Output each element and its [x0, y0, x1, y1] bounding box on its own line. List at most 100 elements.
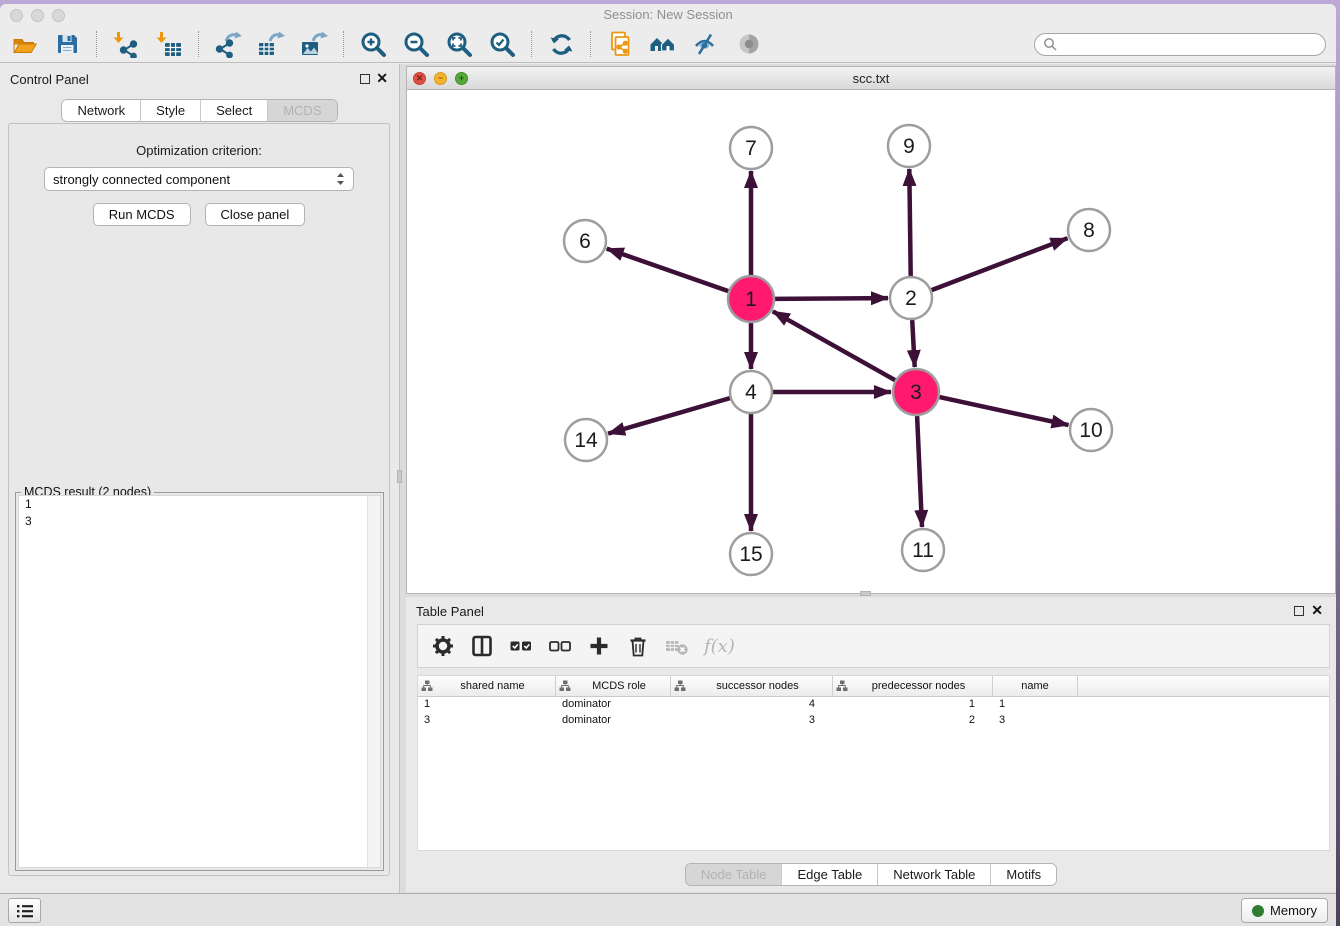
svg-text:8: 8 [1083, 219, 1095, 242]
graph-edge-3-1[interactable] [773, 311, 895, 380]
tab-network[interactable]: Network [62, 100, 140, 121]
result-item[interactable]: 3 [19, 513, 380, 530]
table-tab-node-table[interactable]: Node Table [686, 864, 782, 885]
close-panel-button[interactable]: Close panel [205, 203, 306, 226]
zoom-out-button[interactable] [402, 30, 430, 58]
svg-text:6: 6 [579, 230, 591, 253]
network-close-button[interactable]: ✕ [413, 72, 426, 85]
graph-node-14[interactable]: 14 [565, 419, 607, 461]
graph-edge-2-3[interactable] [912, 320, 915, 367]
column-header-MCDS-role[interactable]: MCDS role [556, 676, 671, 696]
network-zoom-button[interactable]: + [455, 72, 468, 85]
task-history-button[interactable] [8, 898, 41, 923]
optimization-criterion-label: Optimization criterion: [9, 143, 389, 158]
graph-node-9[interactable]: 9 [888, 125, 930, 167]
export-network-button[interactable] [214, 30, 242, 58]
graph-edge-3-10[interactable] [940, 397, 1069, 425]
list-icon [15, 902, 35, 920]
graph-node-10[interactable]: 10 [1070, 409, 1112, 451]
graph-node-15[interactable]: 15 [730, 533, 772, 575]
horizontal-splitter-handle[interactable] [860, 591, 871, 596]
minimize-window-button[interactable] [31, 9, 44, 22]
graph-node-8[interactable]: 8 [1068, 209, 1110, 251]
zoom-window-button[interactable] [52, 9, 65, 22]
close-window-button[interactable] [10, 9, 23, 22]
graph-edge-1-6[interactable] [607, 249, 729, 292]
apply-function-button[interactable]: f(x) [704, 634, 735, 658]
network-minimize-button[interactable]: − [434, 72, 447, 85]
column-header-name[interactable]: name [993, 676, 1078, 696]
graph-edge-1-2[interactable] [775, 298, 888, 299]
table-row[interactable]: 3dominator323 [418, 713, 1329, 729]
table-cell[interactable]: 2 [833, 713, 993, 729]
table-cell[interactable]: 1 [833, 697, 993, 713]
result-scrollbar[interactable] [367, 496, 380, 867]
table-cell[interactable]: dominator [556, 697, 671, 713]
import-table-button[interactable] [155, 30, 183, 58]
column-header-shared-name[interactable]: shared name [418, 676, 556, 696]
tab-style[interactable]: Style [140, 100, 200, 121]
select-all-rows-button[interactable] [509, 634, 533, 658]
network-window-titlebar[interactable]: ✕ − + scc.txt [407, 67, 1335, 90]
float-panel-icon[interactable] [360, 74, 370, 84]
table-cell[interactable]: 3 [418, 713, 556, 729]
table-cell[interactable]: 3 [993, 713, 1078, 729]
zoom-in-button[interactable] [359, 30, 387, 58]
show-panels-button[interactable] [735, 30, 763, 58]
graph-edge-2-9[interactable] [909, 169, 910, 276]
close-panel-icon[interactable]: ✕ [376, 71, 388, 85]
zoom-selected-button[interactable] [488, 30, 516, 58]
vertical-splitter-handle[interactable] [397, 470, 402, 483]
graph-node-4[interactable]: 4 [730, 371, 772, 413]
graph-node-7[interactable]: 7 [730, 127, 772, 169]
table-close-icon[interactable]: ✕ [1311, 603, 1323, 617]
table-cell[interactable]: 1 [418, 697, 556, 713]
open-session-button[interactable] [10, 30, 38, 58]
import-network-button[interactable] [112, 30, 140, 58]
table-cell[interactable]: dominator [556, 713, 671, 729]
tab-mcds[interactable]: MCDS [267, 100, 336, 121]
graph-edge-2-8[interactable] [932, 238, 1068, 290]
export-table-button[interactable] [257, 30, 285, 58]
zoom-fit-button[interactable] [445, 30, 473, 58]
search-input[interactable] [1062, 37, 1317, 51]
search-box[interactable] [1034, 33, 1326, 56]
hide-panels-button[interactable] [692, 30, 720, 58]
deselect-all-rows-button[interactable] [548, 634, 572, 658]
graph-node-3[interactable]: 3 [893, 369, 939, 415]
table-cell[interactable]: 4 [671, 697, 833, 713]
graph-node-6[interactable]: 6 [564, 220, 606, 262]
table-row[interactable]: 1dominator411 [418, 697, 1329, 713]
run-mcds-button[interactable]: Run MCDS [93, 203, 191, 226]
delete-table-button[interactable] [665, 634, 689, 658]
column-header-predecessor-nodes[interactable]: predecessor nodes [833, 676, 993, 696]
graph-node-2[interactable]: 2 [890, 277, 932, 319]
network-canvas[interactable]: 7 9 6 8 1 2 4 3 14 10 15 11 [407, 90, 1335, 593]
criterion-dropdown[interactable]: strongly connected component [44, 167, 354, 191]
table-tab-motifs[interactable]: Motifs [990, 864, 1056, 885]
export-image-button[interactable] [300, 30, 328, 58]
save-session-button[interactable] [53, 30, 81, 58]
network-overview-button[interactable] [649, 30, 677, 58]
clone-network-button[interactable] [606, 30, 634, 58]
table-cell[interactable]: 1 [993, 697, 1078, 713]
table-float-icon[interactable] [1294, 606, 1304, 616]
graph-node-1[interactable]: 1 [728, 276, 774, 322]
toolbar-separator [531, 31, 532, 57]
refresh-view-button[interactable] [547, 30, 575, 58]
tab-select[interactable]: Select [200, 100, 267, 121]
add-column-button[interactable] [587, 634, 611, 658]
graph-edge-3-11[interactable] [917, 416, 922, 527]
table-settings-button[interactable] [431, 634, 455, 658]
graph-node-11[interactable]: 11 [902, 529, 944, 571]
graph-edge-4-14[interactable] [608, 398, 730, 434]
mcds-result-list[interactable]: 13 [18, 495, 381, 868]
delete-column-button[interactable] [626, 634, 650, 658]
column-header-successor-nodes[interactable]: successor nodes [671, 676, 833, 696]
table-tab-network-table[interactable]: Network Table [877, 864, 990, 885]
table-tab-edge-table[interactable]: Edge Table [781, 864, 877, 885]
result-item[interactable]: 1 [19, 496, 380, 513]
table-cell[interactable]: 3 [671, 713, 833, 729]
memory-button[interactable]: Memory [1241, 898, 1328, 923]
manage-columns-button[interactable] [470, 634, 494, 658]
